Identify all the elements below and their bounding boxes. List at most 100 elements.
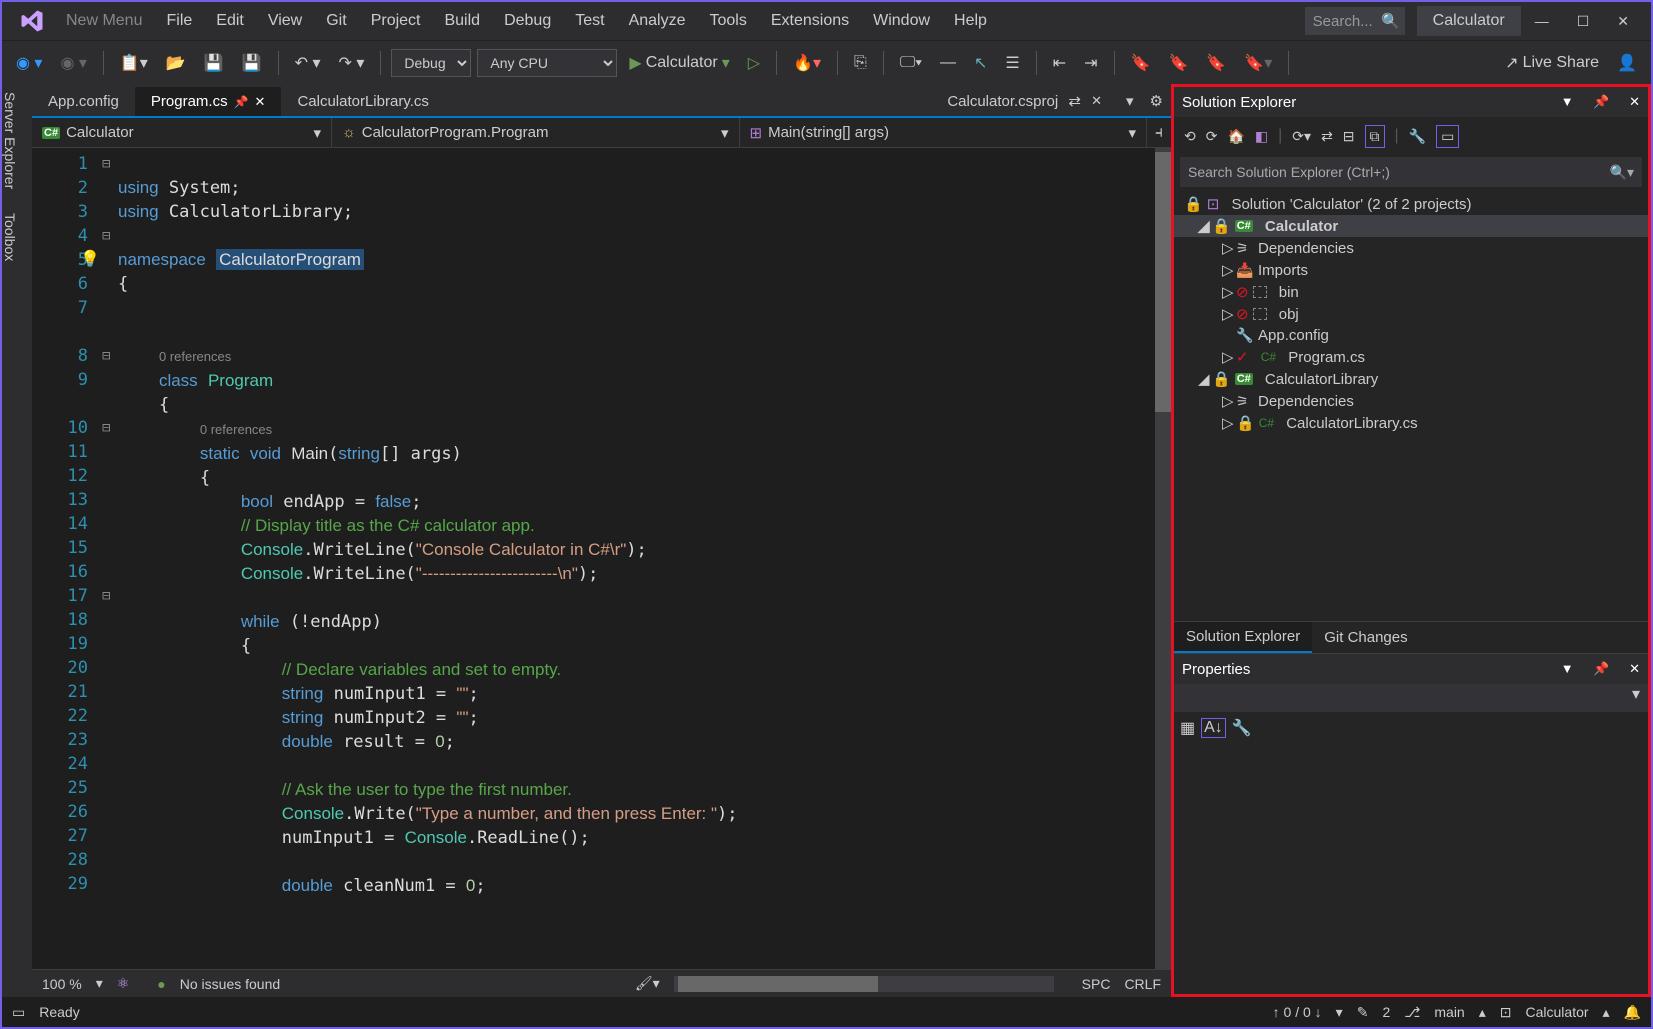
pin-icon[interactable]: 📌	[234, 95, 249, 109]
nav-back-icon[interactable]: ◉ ▾	[10, 49, 48, 77]
props-pin-icon[interactable]: 📌	[1593, 661, 1609, 677]
horizontal-scrollbar[interactable]	[674, 976, 1054, 992]
tab-programcs[interactable]: Program.cs📌✕	[135, 87, 282, 116]
close-button[interactable]: ✕	[1603, 13, 1643, 30]
close-tab-icon[interactable]: ✕	[255, 94, 266, 110]
menu-project[interactable]: Project	[359, 12, 433, 30]
menu-analyze[interactable]: Analyze	[617, 12, 698, 30]
nav-fwd-icon[interactable]: ◉ ▾	[54, 49, 92, 77]
nav-project[interactable]: C#Calculator▾	[32, 118, 332, 147]
search-box[interactable]: Search... 🔍	[1305, 7, 1405, 35]
group-icon[interactable]: ☰	[999, 49, 1025, 77]
menu-tools[interactable]: Tools	[697, 12, 758, 30]
bookmark-icon2[interactable]: 🔖	[1162, 49, 1194, 77]
panel-tab-git[interactable]: Git Changes	[1312, 623, 1419, 652]
zoom-level[interactable]: 100 %	[42, 976, 82, 992]
tab-calculatorlibrary[interactable]: CalculatorLibrary.cs	[281, 87, 444, 116]
menu-new[interactable]: New Menu	[54, 12, 154, 30]
close-panel-icon[interactable]: ✕	[1629, 94, 1640, 110]
props-dropdown-icon[interactable]: ▼	[1561, 661, 1574, 677]
pin-panel-icon[interactable]: 📌	[1593, 94, 1609, 110]
project-calculatorlibrary[interactable]: ◢🔒C# CalculatorLibrary	[1174, 368, 1648, 390]
config-selector[interactable]: Debug	[391, 49, 471, 77]
indent-icon2[interactable]: ⇥	[1078, 49, 1103, 77]
tab-settings-icon[interactable]: ⚙	[1142, 86, 1171, 116]
vertical-scrollbar[interactable]	[1155, 148, 1171, 969]
save-icon[interactable]: 💾	[198, 49, 230, 77]
branch-name[interactable]: main	[1434, 1004, 1464, 1020]
hot-reload-icon[interactable]: 🔥▾	[787, 49, 827, 77]
tab-overflow-icon[interactable]: ▾	[1118, 86, 1142, 116]
panel-tab-solution[interactable]: Solution Explorer	[1174, 622, 1312, 653]
tab-appconfig[interactable]: App.config	[32, 87, 135, 116]
props-pages-btn[interactable]: 🔧	[1232, 718, 1252, 738]
menu-help[interactable]: Help	[942, 12, 999, 30]
indent-icon1[interactable]: ⇤	[1047, 49, 1072, 77]
node-lib-deps[interactable]: ▷⚞Dependencies	[1174, 390, 1648, 412]
save-all-icon[interactable]: 💾	[236, 49, 268, 77]
server-explorer-tab[interactable]: Server Explorer	[2, 92, 18, 189]
highlight-icon[interactable]: 🖌▾	[635, 975, 660, 992]
props-cat-icon[interactable]: ▾	[1174, 684, 1648, 712]
node-bin[interactable]: ▷⊘ bin	[1174, 281, 1648, 303]
props-cat-btn[interactable]: ▦	[1180, 718, 1195, 738]
node-dependencies[interactable]: ▷⚞Dependencies	[1174, 237, 1648, 259]
refresh-icon[interactable]: ⟳▾	[1292, 128, 1311, 145]
find-icon[interactable]: ―	[934, 50, 962, 76]
node-appconfig[interactable]: 🔧App.config	[1174, 325, 1648, 346]
lineend-mode[interactable]: CRLF	[1124, 976, 1161, 992]
status-edits[interactable]: 2	[1382, 1004, 1390, 1020]
menu-build[interactable]: Build	[432, 12, 492, 30]
panel-dropdown-icon[interactable]: ▼	[1561, 94, 1574, 110]
fwd-icon[interactable]: ⟳	[1206, 128, 1218, 145]
new-project-icon[interactable]: 📋▾	[114, 49, 154, 77]
codelens-refs2[interactable]: 0 references	[200, 422, 272, 437]
minimize-button[interactable]: —	[1521, 13, 1563, 29]
bookmark-icon4[interactable]: 🔖▾	[1238, 49, 1278, 77]
menu-edit[interactable]: Edit	[204, 12, 256, 30]
props-sort-btn[interactable]: A↓	[1201, 718, 1226, 738]
preview-icon[interactable]: ▭	[1436, 125, 1459, 148]
tab-csproj[interactable]: Calculator.csproj ⇄ ✕	[931, 86, 1118, 116]
home-icon[interactable]: 🏠	[1227, 128, 1244, 145]
menu-git[interactable]: Git	[314, 12, 358, 30]
solution-node[interactable]: 🔒⊡ Solution 'Calculator' (2 of 2 project…	[1174, 193, 1648, 215]
status-updown[interactable]: ↑ 0 / 0 ↓	[1273, 1004, 1322, 1020]
node-obj[interactable]: ▷⊘ obj	[1174, 303, 1648, 325]
toolbox-tab[interactable]: Toolbox	[2, 213, 18, 261]
split-icon[interactable]: ⫞	[1147, 124, 1171, 142]
menu-extensions[interactable]: Extensions	[759, 12, 861, 30]
undo-icon[interactable]: ↶ ▾	[289, 49, 327, 77]
bookmark-icon3[interactable]: 🔖	[1200, 49, 1232, 77]
node-programcs[interactable]: ▷✓ C# Program.cs	[1174, 346, 1648, 368]
back-icon[interactable]: ⟲	[1184, 128, 1196, 145]
live-share-button[interactable]: ↗ Live Share	[1499, 49, 1605, 77]
output-icon[interactable]: ▭	[12, 1004, 25, 1021]
issues-text[interactable]: No issues found	[180, 976, 280, 992]
browser-icon[interactable]: 🖵▾	[894, 50, 928, 76]
intellisense-icon[interactable]: ⚛	[117, 975, 130, 992]
bell-icon[interactable]: 🔔	[1624, 1004, 1641, 1021]
project-calculator[interactable]: ◢🔒C# Calculator	[1174, 215, 1648, 237]
platform-selector[interactable]: Any CPU	[477, 49, 617, 77]
nav-class[interactable]: ☼CalculatorProgram.Program▾	[332, 118, 740, 147]
wrench-icon[interactable]: 🔧	[1409, 128, 1426, 145]
node-lib-cs[interactable]: ▷🔒C# CalculatorLibrary.cs	[1174, 412, 1648, 434]
step-icon1[interactable]: ⎘	[848, 50, 873, 76]
account-icon[interactable]: 👤	[1611, 49, 1643, 77]
fold-gutter[interactable]: ⊟ ⊟ ⊟ ⊟ ⊟	[102, 148, 118, 969]
status-target[interactable]: Calculator	[1526, 1004, 1589, 1020]
show-all-icon[interactable]: ⧉	[1365, 125, 1385, 148]
menu-view[interactable]: View	[256, 12, 314, 30]
node-imports[interactable]: ▷📥Imports	[1174, 259, 1648, 281]
sync-icon[interactable]: ⇄	[1321, 128, 1333, 145]
collapse-icon[interactable]: ⊟	[1343, 128, 1355, 145]
start-button[interactable]: ▶ Calculator ▾	[623, 49, 735, 77]
menu-test[interactable]: Test	[563, 12, 616, 30]
bookmark-icon[interactable]: 🔖	[1125, 49, 1157, 77]
nav-member[interactable]: ⊞Main(string[] args)▾	[740, 118, 1148, 147]
codelens-refs[interactable]: 0 references	[159, 349, 231, 364]
explorer-search[interactable]: Search Solution Explorer (Ctrl+;) 🔍▾	[1180, 157, 1642, 187]
start-no-debug-icon[interactable]: ▷	[742, 49, 766, 77]
menu-window[interactable]: Window	[861, 12, 942, 30]
